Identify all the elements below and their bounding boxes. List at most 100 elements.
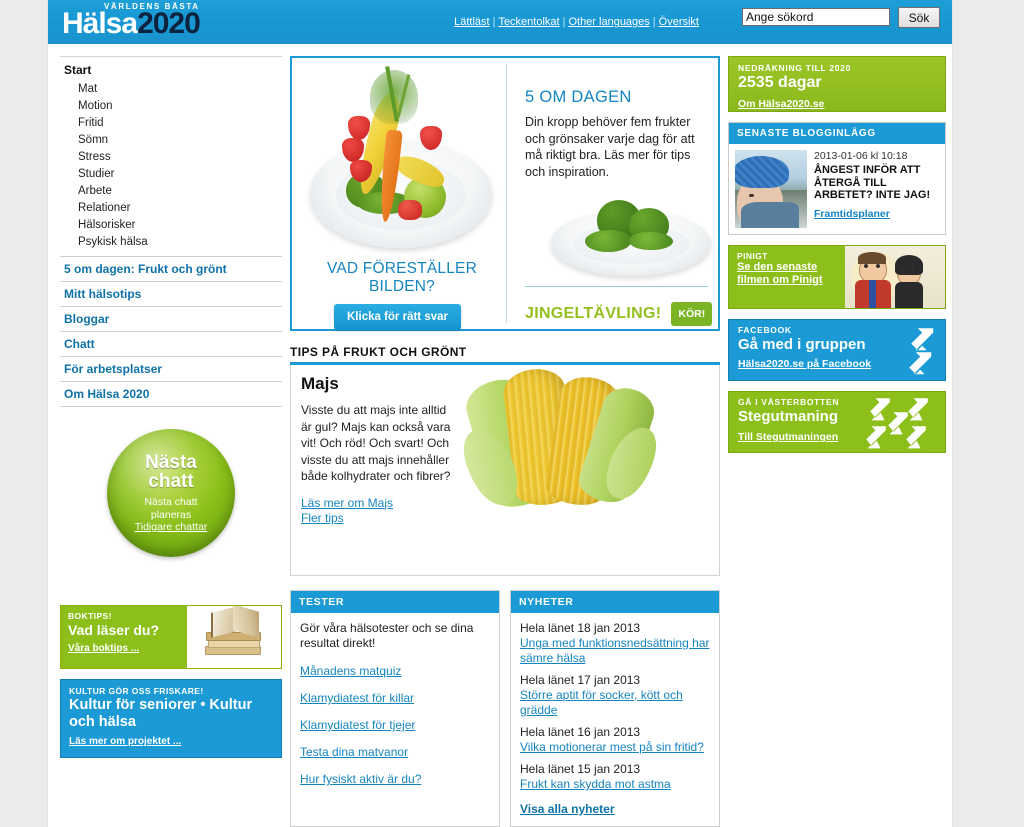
hero-body-text: Din kropp behöver fem frukter och grönsa…: [525, 115, 695, 179]
tips-links: Läs mer om Majs Fler tips: [301, 496, 453, 525]
news-item: Hela länet 18 jan 2013 Unga med funktion…: [520, 621, 710, 666]
nyheter-panel-body: Hela länet 18 jan 2013 Unga med funktion…: [511, 613, 719, 826]
hero-title: 5 OM DAGEN: [525, 88, 632, 106]
logo-text-white: Hälsa: [62, 7, 138, 40]
kultur-kicker: KULTUR GÖR OSS FRISKARE!: [69, 686, 204, 696]
previous-chats-link[interactable]: Tidigare chattar: [107, 521, 235, 534]
search-input[interactable]: [742, 8, 890, 26]
next-chat-sub-line2: planeras: [150, 508, 192, 521]
tester-link-matquiz[interactable]: Månadens matquiz: [300, 664, 490, 678]
sidebar-item-om-halsa-2020[interactable]: Om Hälsa 2020: [60, 381, 282, 407]
tester-panel-body: Gör våra hälsotester och se dina resulta…: [291, 613, 499, 796]
sidebar-item-fritid[interactable]: Fritid: [60, 114, 282, 131]
sidebar-item-for-arbetsplatser[interactable]: För arbetsplatser: [60, 356, 282, 381]
boktips-text-block: BOKTIPS! Vad läser du? Våra boktips ...: [61, 606, 187, 668]
sidebar-item-start[interactable]: Start: [60, 62, 282, 80]
news-link[interactable]: Unga med funktionsnedsättning har sämre …: [520, 636, 710, 666]
next-chat-button[interactable]: Nästa chatt Nästa chatt planeras Tidigar…: [107, 429, 235, 557]
blog-text-block: 2013-01-06 kl 10:18 ÅNGEST INFÖR ATT ÅTE…: [814, 150, 939, 228]
tester-link-klamydia-tjejer[interactable]: Klamydiatest för tjejer: [300, 718, 490, 732]
facebook-link[interactable]: Hälsa2020.se på Facebook: [738, 358, 871, 370]
kultur-heading: Kultur för seniorer • Kultur och hälsa: [69, 697, 253, 730]
next-chat-sub-line1: Nästa chatt: [144, 496, 198, 508]
sidebar-item-stress[interactable]: Stress: [60, 148, 282, 165]
tips-link-read-more[interactable]: Läs mer om Majs: [301, 496, 453, 510]
countdown-box: NEDRÄKNING TILL 2020 2535 dagar Om Hälsa…: [728, 56, 946, 112]
header-link-other-languages[interactable]: Other languages: [565, 16, 652, 28]
site-logo[interactable]: VÄRLDENS BÄSTA Hälsa2020: [62, 1, 201, 40]
boktips-kicker: BOKTIPS!: [68, 611, 112, 621]
blog-author-link[interactable]: Framtidsplaner: [814, 208, 890, 220]
stegutmaning-link[interactable]: Till Stegutmaningen: [738, 431, 838, 443]
tips-body-text: Visste du att majs inte alltid är gul? M…: [301, 403, 451, 483]
header-link-teckentolkat[interactable]: Teckentolkat: [495, 16, 562, 28]
facebook-box[interactable]: FACEBOOK Gå med i gruppen Hälsa2020.se p…: [728, 319, 946, 381]
arrow-up-right-icon-svg: [909, 328, 934, 375]
header-utility-links: Lättläst | Teckentolkat | Other languages | Öv…: [451, 16, 702, 28]
sidebar-item-chatt[interactable]: Chatt: [60, 331, 282, 356]
logo-kicker: VÄRLDENS BÄSTA: [104, 2, 200, 11]
kultur-link[interactable]: Läs mer om projektet ...: [69, 736, 181, 747]
sidebar-item-arbete[interactable]: Arbete: [60, 182, 282, 199]
tester-panel: TESTER Gör våra hälsotester och se dina …: [290, 590, 500, 827]
blog-box-heading: SENASTE BLOGGINLÄGG: [729, 123, 945, 144]
sidebar-item-5-om-dagen[interactable]: 5 om dagen: Frukt och grönt: [60, 256, 282, 281]
sidebar-item-halsorisker[interactable]: Hälsorisker: [60, 216, 282, 233]
hero-caption-line2: BILDEN?: [368, 278, 435, 295]
page-container: VÄRLDENS BÄSTA Hälsa2020 Lättläst | Tecken…: [48, 0, 952, 827]
sidebar-item-relationer[interactable]: Relationer: [60, 199, 282, 216]
boktips-promo[interactable]: BOKTIPS! Vad läser du? Våra boktips ...: [60, 605, 282, 669]
sidebar-item-bloggar[interactable]: Bloggar: [60, 306, 282, 331]
news-show-all-link[interactable]: Visa alla nyheter: [520, 802, 710, 816]
next-chat-title-line1: Nästa: [145, 452, 197, 473]
news-link[interactable]: Frukt kan skydda mot astma: [520, 777, 710, 792]
kultur-promo[interactable]: KULTUR GÖR OSS FRISKARE! Kultur för seni…: [60, 679, 282, 758]
tips-section-heading: TIPS PÅ FRUKT OCH GRÖNT: [290, 345, 720, 365]
body-grid: Start Mat Motion Fritid Sömn Stress Stud…: [48, 44, 952, 827]
sidebar-item-mat[interactable]: Mat: [60, 80, 282, 97]
sidebar-item-motion[interactable]: Motion: [60, 97, 282, 114]
news-link[interactable]: Större aptit för socker, kött och grädde: [520, 688, 710, 718]
tester-panel-heading: TESTER: [291, 591, 499, 613]
hero-answer-button[interactable]: Klicka för rätt svar: [334, 304, 461, 330]
boktips-link[interactable]: Våra boktips ...: [68, 643, 139, 654]
arrows-up-right-icon-svg: [866, 398, 928, 449]
news-link[interactable]: Vilka motionerar mest på sin fritid?: [520, 740, 710, 755]
tester-link-matvanor[interactable]: Testa dina matvanor: [300, 745, 490, 759]
tester-intro: Gör våra hälsotester och se dina resulta…: [300, 621, 474, 650]
jingel-label: JINGELTÄVLING!: [525, 305, 662, 322]
countdown-link[interactable]: Om Hälsa2020.se: [738, 98, 824, 110]
pinigt-link-line1[interactable]: Se den senaste: [737, 261, 837, 274]
sidebar-item-somn[interactable]: Sömn: [60, 131, 282, 148]
blog-date: 2013-01-06 kl 10:18: [814, 150, 908, 162]
boktips-heading: Vad läser du?: [68, 622, 160, 638]
blog-entry: 2013-01-06 kl 10:18 ÅNGEST INFÖR ATT ÅTE…: [729, 144, 945, 234]
blog-title: ÅNGEST INFÖR ATT ÅTERGÅ TILL ARBETET? IN…: [814, 164, 931, 201]
arrows-up-right-icon: [863, 395, 941, 456]
sidebar-item-studier[interactable]: Studier: [60, 165, 282, 182]
tips-section: TIPS PÅ FRUKT OCH GRÖNT Majs Visste du a…: [290, 345, 720, 576]
jingel-go-button[interactable]: KÖR!: [671, 302, 713, 326]
search-button[interactable]: Sök: [898, 7, 940, 28]
pinigt-link-line2[interactable]: filmen om Pinigt: [737, 274, 837, 287]
fruit-plate-image: [298, 64, 506, 259]
arrow-up-right-icon: [895, 324, 939, 381]
nyheter-panel: NYHETER Hela länet 18 jan 2013 Unga med …: [510, 590, 720, 827]
sidebar-item-psykisk-halsa[interactable]: Psykisk hälsa: [60, 233, 282, 250]
news-date: Hela länet 17 jan 2013: [520, 673, 641, 687]
pinigt-box[interactable]: PINIGT Se den senaste filmen om Pinigt: [728, 245, 946, 309]
sidebar-item-mitt-halsotips[interactable]: Mitt hälsotips: [60, 281, 282, 306]
tester-link-klamydia-killar[interactable]: Klamydiatest för killar: [300, 691, 490, 705]
primary-nav: Start Mat Motion Fritid Sömn Stress Stud…: [60, 56, 282, 250]
tips-panel: Majs Visste du att majs inte alltid är g…: [290, 365, 720, 576]
tester-link-fysiskt-aktiv[interactable]: Hur fysiskt aktiv är du?: [300, 772, 490, 786]
blog-box: SENASTE BLOGGINLÄGG 2013-01-06 kl 10:18 …: [728, 122, 946, 235]
tips-link-more-tips[interactable]: Fler tips: [301, 511, 453, 525]
header-link-lattlast[interactable]: Lättläst: [451, 16, 492, 28]
countdown-value: 2535 dagar: [738, 74, 822, 91]
hero-caption: VAD FÖRESTÄLLER BILDEN?: [298, 260, 506, 296]
news-date: Hela länet 16 jan 2013: [520, 725, 641, 739]
stegutmaning-box[interactable]: GÅ I VÄSTERBOTTEN Stegutmaning Till Steg…: [728, 391, 946, 453]
pinigt-kicker: PINIGT: [737, 251, 768, 261]
header-link-oversikt[interactable]: Översikt: [656, 16, 702, 28]
